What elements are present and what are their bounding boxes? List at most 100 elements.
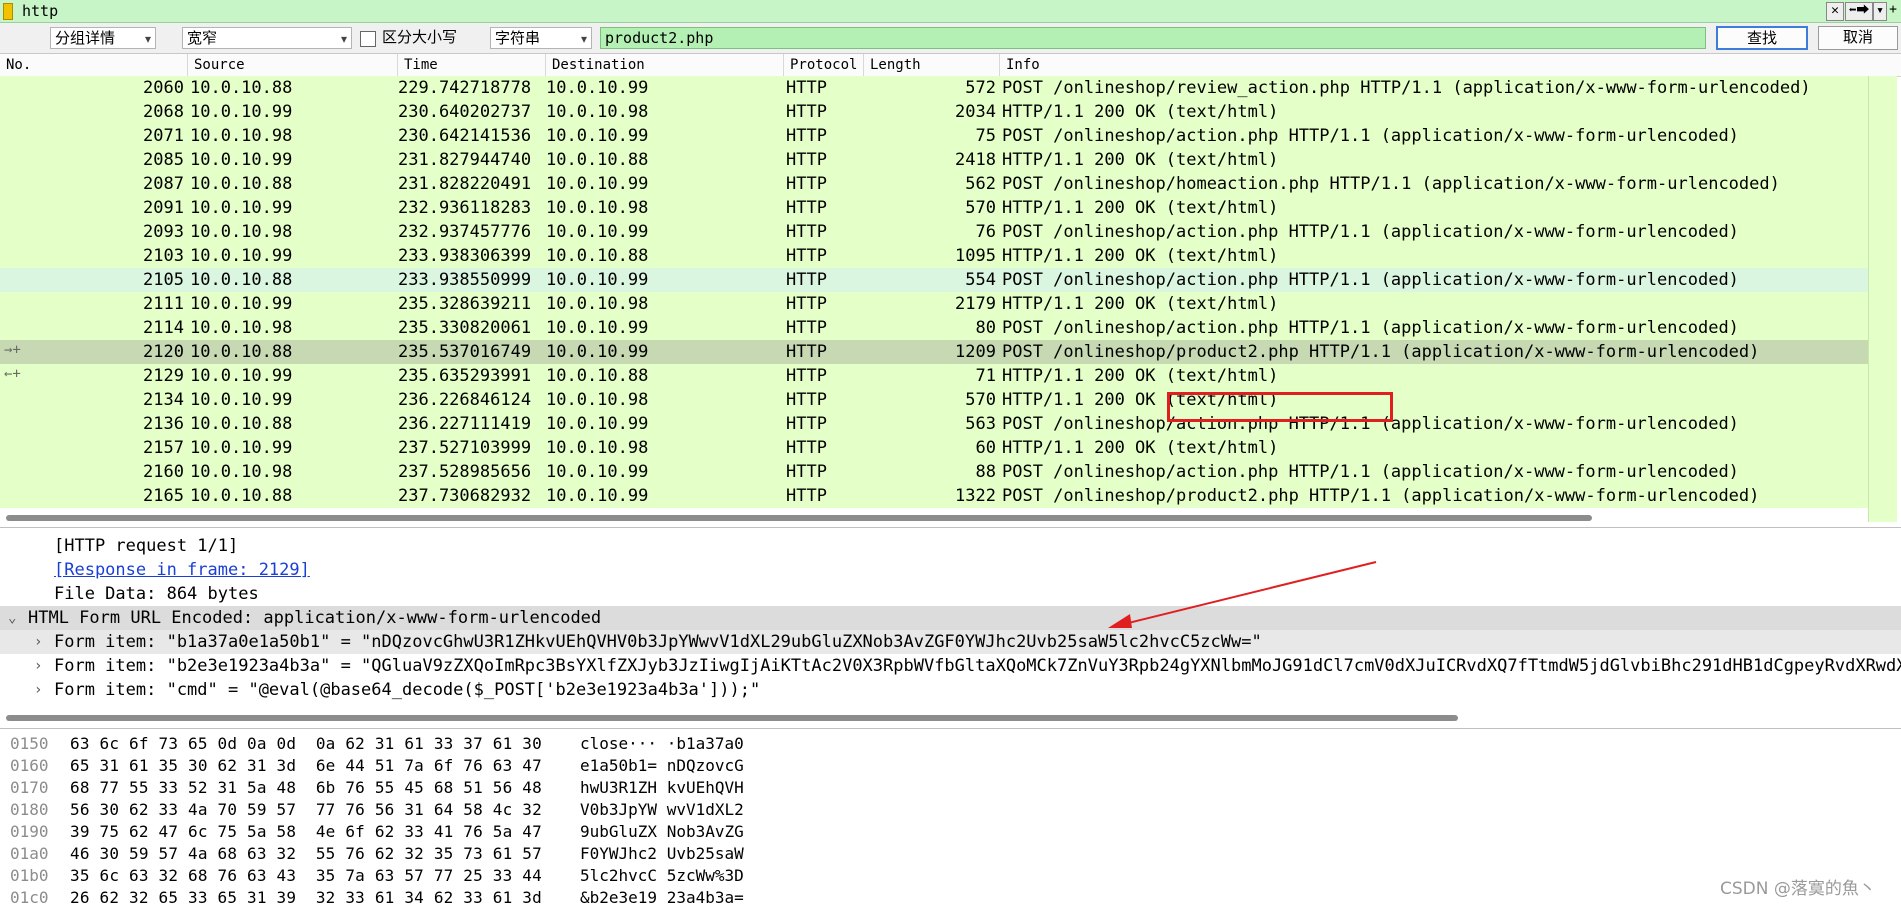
packet-row[interactable]: 2060 10.0.10.88 229.742718778 10.0.10.99 HTT… [0, 76, 1868, 100]
add-filter-icon[interactable]: + [1887, 2, 1899, 19]
cell-source: 10.0.10.99 [190, 102, 293, 122]
packet-bytes-pane[interactable]: 0150 63 6c 6f 73 65 0d 0a 0d 0a 62 31 61 … [0, 728, 1901, 907]
cell-no: 2091 [143, 198, 184, 218]
packet-list-vertical-scrollbar[interactable] [1868, 76, 1897, 522]
cell-source: 10.0.10.99 [190, 294, 293, 314]
detail-request-info[interactable]: [HTTP request 1/1] [0, 534, 1901, 558]
chevron-right-icon[interactable]: › [34, 630, 42, 654]
cell-protocol: HTTP [786, 102, 827, 122]
cell-no: 2068 [143, 102, 184, 122]
packet-row[interactable]: 2068 10.0.10.99 230.640202737 10.0.10.98 HTT… [0, 100, 1868, 124]
cell-protocol: HTTP [786, 318, 827, 338]
find-button[interactable]: 查找 [1716, 26, 1808, 50]
cell-time: 233.938550999 [398, 270, 532, 290]
request-marker-icon: →+ [4, 342, 21, 358]
packet-row[interactable]: 2071 10.0.10.98 230.642141536 10.0.10.99 HTT… [0, 124, 1868, 148]
packet-row[interactable]: 2111 10.0.10.99 235.328639211 10.0.10.98 HTT… [0, 292, 1868, 316]
cell-no: 2165 [143, 486, 184, 506]
search-input[interactable]: product2.php [600, 27, 1706, 49]
packet-row[interactable]: 2157 10.0.10.99 237.527103999 10.0.10.98 HTT… [0, 436, 1868, 460]
chevron-right-icon[interactable]: › [34, 678, 42, 702]
packet-row[interactable]: 2105 10.0.10.88 233.938550999 10.0.10.99 HTT… [0, 268, 1868, 292]
packet-row[interactable]: 2093 10.0.10.98 232.937457776 10.0.10.99 HTT… [0, 220, 1868, 244]
packet-row[interactable]: 2091 10.0.10.99 232.936118283 10.0.10.98 HTT… [0, 196, 1868, 220]
chevron-right-icon[interactable]: › [34, 654, 42, 678]
column-header-source[interactable]: Source [188, 54, 398, 76]
char-width-select[interactable]: 宽窄 ▾ [182, 27, 352, 49]
packet-details-pane[interactable]: [HTTP request 1/1] [Response in frame: 2… [0, 527, 1901, 726]
hex-offset: 0150 [10, 734, 49, 753]
details-horizontal-scrollbar[interactable] [0, 713, 1901, 723]
column-header-length[interactable]: Length [864, 54, 1000, 76]
hex-row[interactable]: 01b0 35 6c 63 32 68 76 63 43 35 7a 63 57 … [0, 865, 900, 887]
search-type-select[interactable]: 字符串 ▾ [490, 27, 592, 49]
cell-time: 233.938306399 [398, 246, 532, 266]
scrollbar-thumb[interactable] [6, 715, 1458, 721]
cell-length: 563 [965, 414, 996, 434]
find-packet-bar: 分组详情 ▾ 宽窄 ▾ 区分大小写 字符串 ▾ product2.php 查找 … [0, 23, 1901, 54]
cell-info: POST /onlineshop/action.php HTTP/1.1 (ap… [1002, 270, 1739, 290]
column-header-info[interactable]: Info [1000, 54, 1901, 76]
packet-row[interactable]: 2165 10.0.10.88 237.730682932 10.0.10.99 HTT… [0, 484, 1868, 508]
display-filter-input[interactable]: http [22, 1, 58, 21]
apply-filter-icon[interactable]: ⬅⮕ [1845, 2, 1873, 21]
hex-row[interactable]: 0180 56 30 62 33 4a 70 59 57 77 76 56 31 … [0, 799, 900, 821]
cell-time: 232.936118283 [398, 198, 532, 218]
cell-no: 2087 [143, 174, 184, 194]
packet-row[interactable]: 2134 10.0.10.99 236.226846124 10.0.10.98 HTT… [0, 388, 1868, 412]
hex-ascii: close··· ·b1a37a0 [580, 734, 744, 753]
cell-no: 2071 [143, 126, 184, 146]
display-filter-bar[interactable]: http ✕ ⬅⮕ ▾ + [0, 0, 1901, 23]
detail-form-item[interactable]: › Form item: "b2e3e1923a4b3a" = "QGluaV9… [0, 654, 1901, 678]
packet-row[interactable]: 2120 10.0.10.88 235.537016749 10.0.10.99 HTT… [0, 340, 1868, 364]
packet-row[interactable]: 2087 10.0.10.88 231.828220491 10.0.10.99 HTT… [0, 172, 1868, 196]
hex-row[interactable]: 0160 65 31 61 35 30 62 31 3d 6e 44 51 7a … [0, 755, 900, 777]
packet-row[interactable]: 2129 10.0.10.99 235.635293991 10.0.10.88 HTT… [0, 364, 1868, 388]
packet-row[interactable]: 2085 10.0.10.99 231.827944740 10.0.10.88 HTT… [0, 148, 1868, 172]
search-type-value: 字符串 [495, 30, 541, 47]
column-header-destination[interactable]: Destination [546, 54, 784, 76]
scrollbar-thumb[interactable] [6, 515, 1592, 521]
chevron-down-icon[interactable]: ⌄ [8, 606, 16, 630]
hex-row[interactable]: 0150 63 6c 6f 73 65 0d 0a 0d 0a 62 31 61 … [0, 733, 900, 755]
cell-length: 570 [965, 390, 996, 410]
cell-source: 10.0.10.99 [190, 246, 293, 266]
cell-destination: 10.0.10.99 [546, 126, 649, 146]
detail-file-data[interactable]: File Data: 864 bytes [0, 582, 1901, 606]
case-sensitive-label: 区分大小写 [382, 29, 458, 46]
column-header-no[interactable]: No. [0, 54, 188, 76]
detail-form-item[interactable]: › Form item: "cmd" = "@eval(@base64_deco… [0, 678, 1901, 702]
hex-row[interactable]: 0170 68 77 55 33 52 31 5a 48 6b 76 55 45 … [0, 777, 900, 799]
cell-no: 2120 [143, 342, 184, 362]
case-sensitive-checkbox[interactable] [360, 31, 376, 47]
packet-list-horizontal-scrollbar[interactable] [0, 514, 1868, 522]
bookmark-icon[interactable] [3, 3, 13, 20]
detail-form-header[interactable]: ⌄ HTML Form URL Encoded: application/x-w… [0, 606, 1901, 630]
clear-filter-icon[interactable]: ✕ [1826, 2, 1844, 21]
cancel-button[interactable]: 取消 [1818, 26, 1898, 50]
response-frame-link[interactable]: [Response in frame: 2129] [54, 558, 310, 582]
cell-no: 2157 [143, 438, 184, 458]
cell-source: 10.0.10.88 [190, 414, 293, 434]
packet-row[interactable]: 2114 10.0.10.98 235.330820061 10.0.10.99 HTT… [0, 316, 1868, 340]
packet-row[interactable]: 2103 10.0.10.99 233.938306399 10.0.10.88 HTT… [0, 244, 1868, 268]
detail-response-link-row[interactable]: [Response in frame: 2129] [0, 558, 1901, 582]
cell-length: 60 [975, 438, 996, 458]
cell-info: POST /onlineshop/product2.php HTTP/1.1 (… [1002, 342, 1760, 362]
cell-info: POST /onlineshop/review_action.php HTTP/… [1002, 78, 1811, 98]
cell-time: 230.640202737 [398, 102, 532, 122]
search-in-select[interactable]: 分组详情 ▾ [50, 27, 156, 49]
detail-form-item[interactable]: › Form item: "b1a37a0e1a50b1" = "nDQzovc… [0, 630, 1901, 654]
cell-no: 2136 [143, 414, 184, 434]
column-header-protocol[interactable]: Protocol [784, 54, 864, 76]
cell-length: 1209 [955, 342, 996, 362]
hex-row[interactable]: 01a0 46 30 59 57 4a 68 63 32 55 76 62 32 … [0, 843, 900, 865]
filter-dropdown-icon[interactable]: ▾ [1873, 2, 1887, 21]
packet-list[interactable]: No. Source Time Destination Protocol Len… [0, 54, 1901, 522]
hex-row[interactable]: 0190 39 75 62 47 6c 75 5a 58 4e 6f 62 33 … [0, 821, 900, 843]
hex-ascii: 9ubGluZX Nob3AvZG [580, 822, 744, 841]
column-header-time[interactable]: Time [398, 54, 546, 76]
packet-row[interactable]: 2160 10.0.10.98 237.528985656 10.0.10.99 HTT… [0, 460, 1868, 484]
packet-row[interactable]: 2136 10.0.10.88 236.227111419 10.0.10.99 HTT… [0, 412, 1868, 436]
cell-time: 237.527103999 [398, 438, 532, 458]
